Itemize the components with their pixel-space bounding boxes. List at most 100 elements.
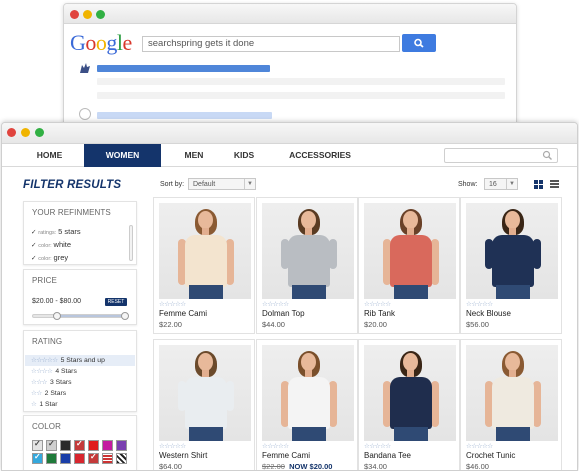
refinements-panel: YOUR REFINMENTS ✓ ratings: 5 stars ✓ col… [23,201,137,265]
color-swatch[interactable] [74,439,85,451]
maximize-window-button[interactable] [35,128,44,137]
refinement-item[interactable]: ✓ color: grey [31,252,81,265]
color-swatch[interactable] [74,453,85,464]
product-image[interactable] [159,345,251,441]
price-slider[interactable] [32,312,130,320]
color-swatch[interactable] [116,440,127,451]
product-name[interactable]: Crochet Tunic [466,451,515,460]
product-card[interactable]: ☆☆☆☆☆ Neck Blouse $56.00 [460,197,562,334]
search-icon[interactable] [542,150,553,161]
screenshot-stage: Google searchspring gets it done HOME WO… [0,0,579,471]
price-panel: PRICE $20.00 - $80.00 RESET [23,269,137,325]
rating-label: 4 Stars [55,368,77,375]
search-result-title-placeholder[interactable] [97,65,270,72]
star-icons: ☆☆☆☆☆ [31,357,58,364]
sort-value: Default [193,181,216,188]
google-search-input[interactable]: searchspring gets it done [142,36,400,52]
main-nav: HOME WOMEN MEN KIDS ACCESSORIES [2,144,577,167]
product-card[interactable]: ☆☆☆☆☆ Femme Cami $22.00 NOW $20.00 [256,339,358,471]
search-result-title-placeholder[interactable] [97,112,272,119]
refinement-item[interactable]: ✓ ratings: 5 stars [31,226,81,239]
titlebar [2,123,577,144]
product-card[interactable]: ☆☆☆☆☆ Femme Cami $22.00 [153,197,255,334]
show-value: 16 [489,181,497,188]
color-swatch[interactable] [60,440,71,451]
product-name[interactable]: Rib Tank [364,309,395,318]
color-swatch[interactable] [88,440,99,451]
list-view-icon[interactable] [550,180,559,189]
product-card[interactable]: ☆☆☆☆☆ Western Shirt $64.00 [153,339,255,470]
refinement-value: grey [53,253,69,262]
sort-select[interactable]: Default ▼ [188,178,256,190]
product-image[interactable] [466,203,558,299]
product-name[interactable]: Femme Cami [262,451,310,460]
product-price: $20.00 [364,320,387,329]
refinements-scrollbar[interactable] [129,225,133,261]
product-card[interactable]: ☆☆☆☆☆ Crochet Tunic $46.00 [460,339,562,470]
nav-men[interactable]: MEN [173,144,215,167]
panel-title: RATING [32,337,63,346]
reset-price-button[interactable]: RESET [105,298,127,306]
color-swatch[interactable] [46,439,57,451]
nav-accessories[interactable]: ACCESSORIES [280,144,360,167]
product-image[interactable] [364,203,456,299]
product-image[interactable] [466,345,558,441]
price-slider-fill [57,315,128,317]
rating-option[interactable]: ☆☆☆☆ 4 Stars [25,366,135,377]
product-image[interactable] [159,203,251,299]
logo-letter: o [85,30,96,55]
sale-price: NOW $20.00 [289,462,333,471]
color-swatch[interactable] [32,452,43,464]
color-swatch[interactable] [116,453,127,464]
close-window-button[interactable] [7,128,16,137]
store-search-input[interactable] [444,148,558,163]
color-swatch[interactable] [46,453,57,464]
google-search-button[interactable] [402,34,436,52]
product-card[interactable]: ☆☆☆☆☆ Bandana Tee $34.00 [358,339,460,471]
color-swatch[interactable] [88,452,99,464]
product-price: $22.00 [159,320,182,329]
product-image[interactable] [262,203,354,299]
titlebar [64,4,516,24]
logo-letter: G [70,30,86,55]
product-rating-stars: ☆☆☆☆☆ [466,301,493,308]
rating-list: ☆☆☆☆☆ 5 Stars and up ☆☆☆☆ 4 Stars ☆☆☆ 3 Sta… [25,355,135,410]
product-name[interactable]: Neck Blouse [466,309,511,318]
nav-kids[interactable]: KIDS [224,144,264,167]
color-swatch[interactable] [60,453,71,464]
nav-home[interactable]: HOME [22,144,77,167]
rating-option[interactable]: ☆☆☆ 3 Stars [25,377,135,388]
price-slider-max-handle[interactable] [121,312,130,320]
rating-option[interactable]: ☆☆ 2 Stars [25,388,135,399]
product-card[interactable]: ☆☆☆☆☆ Dolman Top $44.00 [256,197,358,334]
panel-title: COLOR [32,422,61,431]
price-slider-min-handle[interactable] [53,312,61,320]
minimize-window-button[interactable] [21,128,30,137]
product-name[interactable]: Femme Cami [159,309,207,318]
product-rating-stars: ☆☆☆☆☆ [364,443,391,450]
chevron-down-icon: ▼ [244,179,255,189]
maximize-window-button[interactable] [96,10,105,19]
product-name[interactable]: Bandana Tee [364,451,411,460]
product-card[interactable]: ☆☆☆☆☆ Rib Tank $20.00 [358,197,460,334]
nav-women[interactable]: WOMEN [84,144,161,167]
product-image[interactable] [262,345,354,441]
rating-option[interactable]: ☆ 1 Star [25,399,135,410]
refinement-item[interactable]: ✓ color: white [31,239,81,252]
color-swatch[interactable] [102,440,113,451]
product-image[interactable] [364,345,456,441]
product-name[interactable]: Dolman Top [262,309,305,318]
grid-view-icon[interactable] [534,180,543,189]
refinements-list: ✓ ratings: 5 stars ✓ color: white ✓ colo… [31,226,81,265]
color-swatch[interactable] [102,453,113,464]
color-swatch[interactable] [32,439,43,451]
product-price: $56.00 [466,320,489,329]
refinement-key: color: [38,256,52,262]
rating-option[interactable]: ☆☆☆☆☆ 5 Stars and up [25,355,135,366]
minimize-window-button[interactable] [83,10,92,19]
product-price: $34.00 [364,462,387,471]
color-swatches [32,439,132,464]
close-window-button[interactable] [70,10,79,19]
product-name[interactable]: Western Shirt [159,451,207,460]
show-count-select[interactable]: 16 ▼ [484,178,518,190]
